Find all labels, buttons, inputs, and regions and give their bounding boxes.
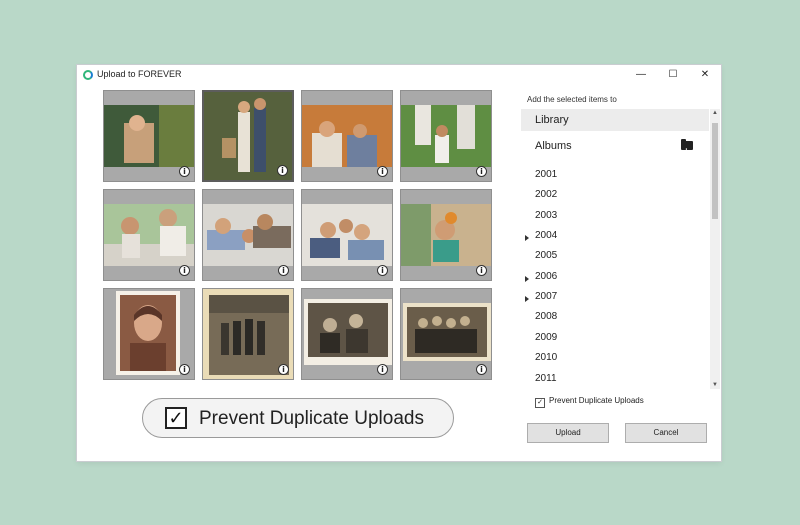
info-icon[interactable]: i [377,166,388,177]
maximize-button[interactable]: ☐ [665,68,681,82]
info-icon[interactable]: i [179,265,190,276]
info-icon[interactable]: i [278,364,289,375]
family-photo-image [104,204,194,266]
cancel-button[interactable]: Cancel [625,423,707,443]
expand-arrow-icon[interactable] [525,235,529,241]
info-icon[interactable]: i [377,265,388,276]
photo-tile[interactable]: i [301,189,393,281]
family-photo-image [203,204,293,266]
library-label: Library [535,114,569,126]
vintage-family-photo-image [304,299,392,365]
albums-label: Albums [535,140,572,152]
destination-label: Add the selected items to [527,95,617,104]
photo-tile[interactable]: i [103,288,195,380]
tree-scrollbar[interactable]: ▲ ▼ [710,109,720,389]
scroll-up-arrow-icon[interactable]: ▲ [711,110,719,116]
checkbox-checked-icon[interactable]: ✓ [535,398,545,408]
info-icon[interactable]: i [278,265,289,276]
info-icon[interactable]: i [476,166,487,177]
scroll-down-arrow-icon[interactable]: ▼ [711,382,719,388]
family-photo-image [302,204,392,266]
photo-tile[interactable]: i [400,189,492,281]
title-bar: Upload to FOREVER — ☐ ✕ [77,65,721,85]
family-photo-image [302,105,392,167]
photo-tile[interactable]: i [202,189,294,281]
prevent-duplicates-callout: ✓ Prevent Duplicate Uploads [142,398,454,438]
photo-tile[interactable]: i [103,189,195,281]
info-icon[interactable]: i [179,166,190,177]
close-button[interactable]: ✕ [697,68,713,82]
family-photo-image [401,105,491,167]
photo-tile[interactable]: i [301,90,393,182]
info-icon[interactable]: i [277,165,288,176]
info-icon[interactable]: i [476,364,487,375]
minimize-button[interactable]: — [633,68,649,82]
photo-tile[interactable]: i [301,288,393,380]
info-icon[interactable]: i [377,364,388,375]
photo-tile[interactable]: i [103,90,195,182]
prevent-duplicates-callout-label: Prevent Duplicate Uploads [199,408,424,429]
info-icon[interactable]: i [179,364,190,375]
prevent-duplicates-label: Prevent Duplicate Uploads [549,396,644,405]
photo-tile[interactable]: i [202,288,294,380]
window-title: Upload to FOREVER [97,69,182,79]
prevent-duplicates-checkbox[interactable]: ✓ Prevent Duplicate Uploads [535,396,644,408]
tree-item-library[interactable]: Library [521,109,709,131]
new-album-folder-icon[interactable]: + [681,139,693,155]
checkbox-checked-icon: ✓ [165,407,187,429]
vintage-group-photo-image [403,303,491,361]
family-photo-image [104,105,194,167]
upload-button[interactable]: Upload [527,423,609,443]
vintage-portrait-image [116,291,180,375]
forever-logo-icon [83,70,93,80]
info-icon[interactable]: i [476,265,487,276]
photo-tile[interactable]: i [400,288,492,380]
expand-arrow-icon[interactable] [525,296,529,302]
scroll-thumb[interactable] [712,123,718,219]
family-photo-image [401,204,491,266]
tree-item-albums[interactable]: Albums + [521,135,709,157]
photo-tile-selected[interactable]: i [202,90,294,182]
photo-tile[interactable]: i [400,90,492,182]
expand-arrow-icon[interactable] [525,276,529,282]
destination-tree: Library Albums + 2001 2002 2003 2004 200… [521,109,709,389]
